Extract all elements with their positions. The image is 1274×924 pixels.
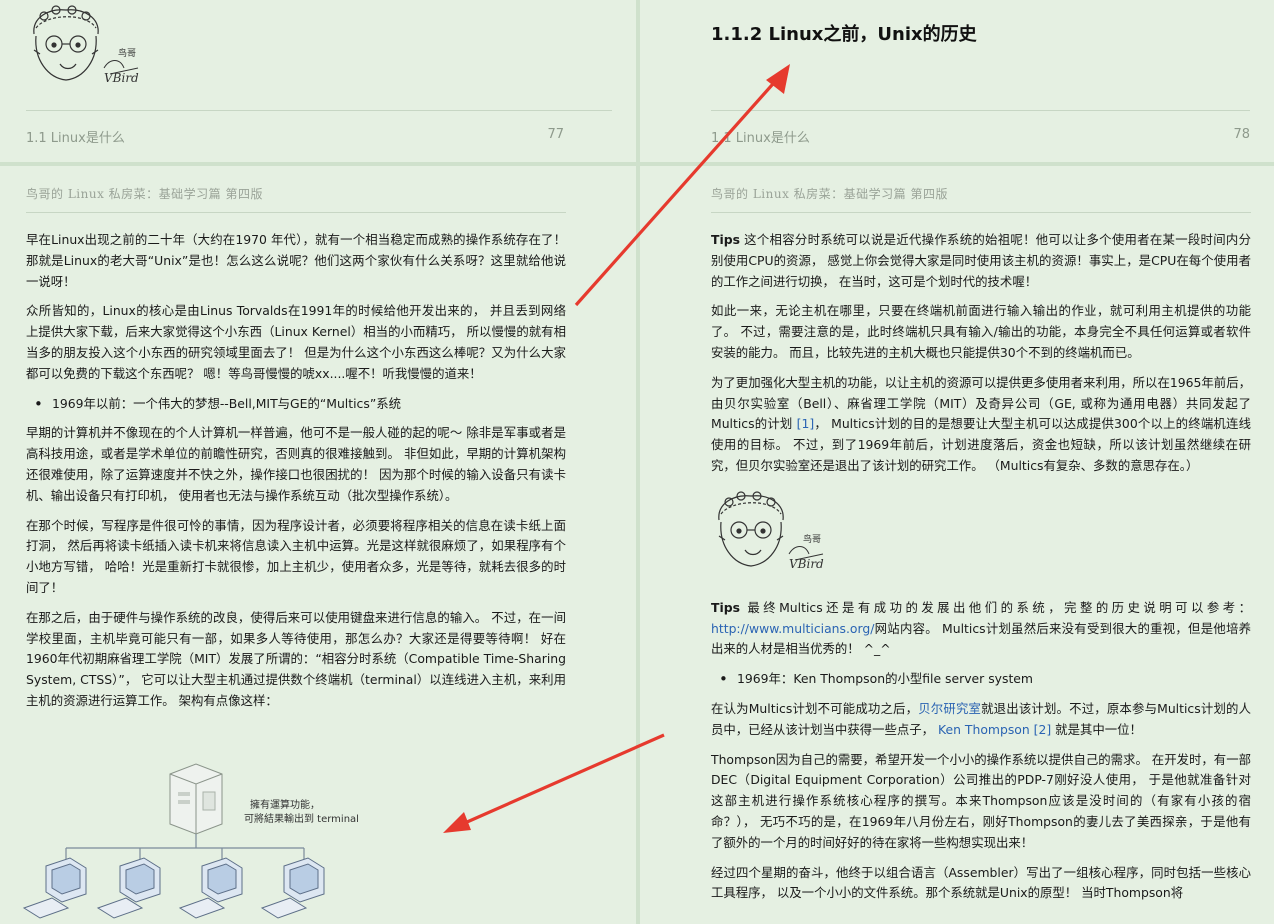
paragraph: 为了更加强化大型主机的功能，以让主机的资源可以提供更多使用者来利用，所以在196… [711,374,1251,473]
header-divider [26,212,566,213]
list-item: 1969年：Ken Thompson的小型file server system [711,669,1251,690]
svg-text:VBird: VBird [789,557,824,571]
footnote-link[interactable]: [1] [797,416,815,431]
header-divider [711,212,1251,213]
svg-text:VBird: VBird [104,71,139,85]
svg-text:鸟哥: 鸟哥 [118,47,136,59]
diagram-label: 可將結果輸出到 terminal [244,812,359,825]
right-page[interactable]: 鸟哥的 Linux 私房菜：基础学习篇 第四版 Tips 这个相容分时系统可以说… [640,166,1274,924]
ken-thompson-link[interactable]: Ken Thompson [2] [938,722,1051,737]
tips-label: Tips [711,232,740,247]
vbird-mascot-icon: 鸟哥 VBird [711,490,835,576]
bell-labs-link[interactable]: 贝尔研究室 [918,701,981,716]
tips-paragraph: Tips 最终Multics还是有成功的发展出他们的系统，完整的历史说明可以参考… [711,599,1251,657]
logo-spacer: 鸟哥 VBird [711,486,1251,598]
tips-paragraph: Tips 这个相容分时系统可以说是近代操作系统的始祖呢！他可以让多个使用者在某一… [711,232,1251,289]
terminal-icon [260,857,325,919]
ctss-architecture-diagram: 擁有運算功能， 可將結果輸出到 terminal [0,762,420,924]
footer-section-title: 1.1 Linux是什么 [711,131,810,146]
paragraph: 如此一来，无论主机在哪里，只要在终端机前面进行输入输出的作业，就可利用主机提供的… [711,303,1251,360]
page-number: 78 [1233,127,1250,142]
terminal-icon [178,857,243,919]
paragraph: 在那个时候，写程序是件很可怜的事情，因为程序设计者，必须要将程序相关的信息在读卡… [26,517,566,595]
page-77-footer: 鸟哥 VBird 1.1 Linux是什么 77 [0,0,636,162]
paragraph: 经过四个星期的奋斗，他终于以组合语言（Assembler）写出了一组核心程序，同… [711,864,1251,901]
vbird-mascot-icon: 鸟哥 VBird [26,4,150,90]
list-item: 1969年以前：一个伟大的梦想--Bell,MIT与GE的“Multics”系统 [26,394,566,415]
page-78-header: 1.1.2 Linux之前，Unix的历史 1.1 Linux是什么 78 [640,0,1274,162]
diagram-label: 擁有運算功能， [250,798,320,811]
footer-divider [26,110,612,111]
running-header: 鸟哥的 Linux 私房菜：基础学习篇 第四版 [26,187,263,201]
running-header: 鸟哥的 Linux 私房菜：基础学习篇 第四版 [711,187,948,201]
section-heading: 1.1.2 Linux之前，Unix的历史 [711,24,977,45]
paragraph: 众所皆知的，Linux的核心是由Linus Torvalds在1991年的时候给… [26,303,566,381]
svg-text:鸟哥: 鸟哥 [803,533,821,545]
footer-divider [711,110,1250,111]
paragraph: 早期的计算机并不像现在的个人计算机一样普遍，他可不是一般人碰的起的呢～ 除非是军… [26,425,566,503]
tips-label: Tips [711,599,740,615]
multicians-link[interactable]: http://www.multicians.org/ [711,621,874,636]
page-body: 早在Linux出现之前的二十年（大约在1970 年代），就有一个相当稳定而成熟的… [26,230,566,721]
paragraph: Thompson因为自己的需要，希望开发一个小小的操作系统以提供自己的需求。 在… [711,751,1251,850]
mainframe-server-icon [169,763,223,835]
left-page[interactable]: 鸟哥的 Linux 私房菜：基础学习篇 第四版 早在Linux出现之前的二十年（… [0,166,636,924]
paragraph: 在那之后，由于硬件与操作系统的改良，使得后来可以使用键盘来进行信息的输入。 不过… [26,609,566,708]
paragraph: 在认为Multics计划不可能成功之后，贝尔研究室就退出该计划。不过，原本参与M… [711,700,1251,737]
terminal-icon [22,857,87,919]
page-body: Tips 这个相容分时系统可以说是近代操作系统的始祖呢！他可以让多个使用者在某一… [711,230,1251,913]
footer-section-title: 1.1 Linux是什么 [26,131,125,146]
paragraph: 早在Linux出现之前的二十年（大约在1970 年代），就有一个相当稳定而成熟的… [26,232,566,289]
terminal-icon [96,857,161,919]
page-number: 77 [547,127,564,142]
